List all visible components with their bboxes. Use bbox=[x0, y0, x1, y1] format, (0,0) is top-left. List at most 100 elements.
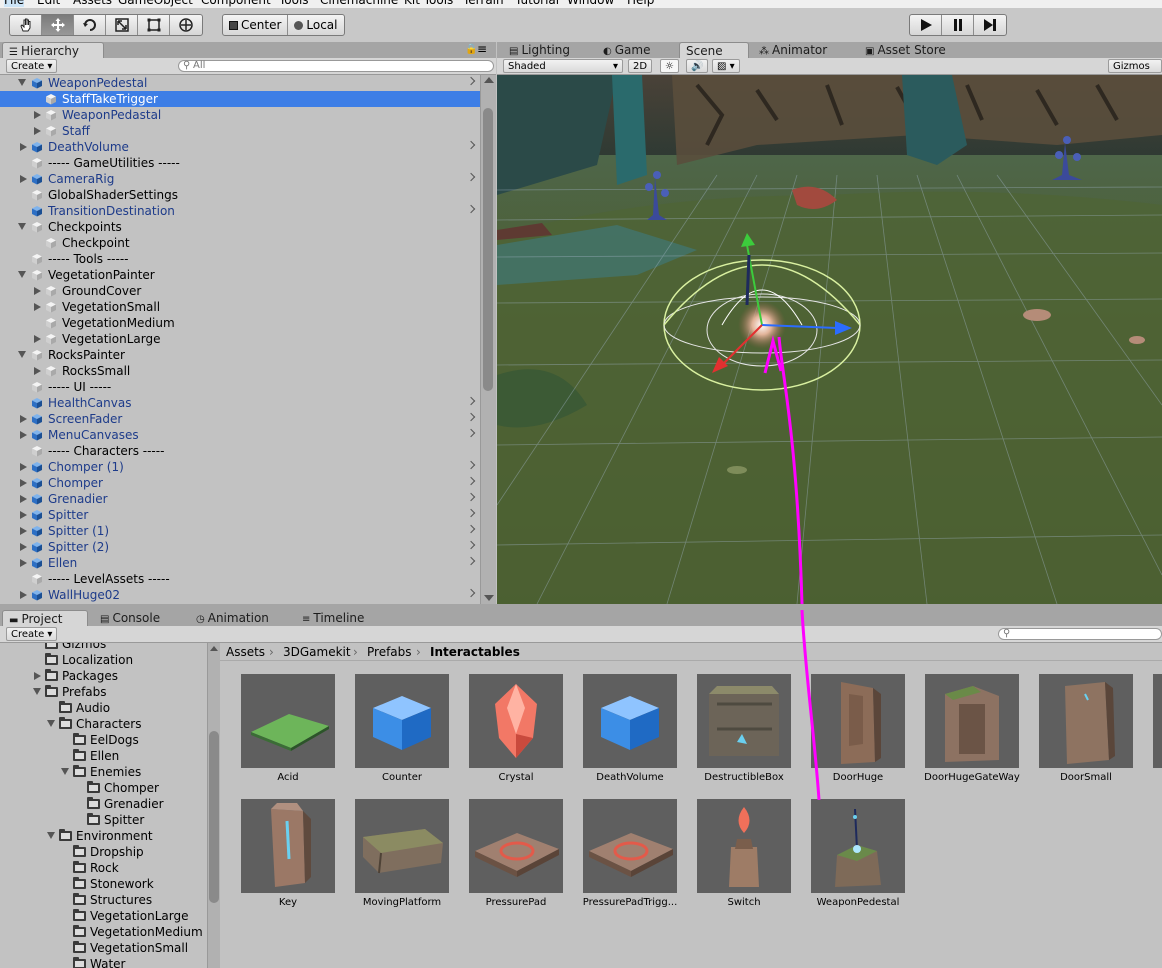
collapse-arrow-icon[interactable] bbox=[34, 672, 41, 680]
move-tool-button[interactable] bbox=[42, 15, 74, 35]
chevron-right-icon[interactable] bbox=[466, 428, 476, 438]
hierarchy-row[interactable]: Spitter bbox=[0, 507, 480, 523]
asset-tile[interactable]: Crystal bbox=[469, 674, 563, 784]
scene-viewport[interactable] bbox=[497, 75, 1162, 604]
tree-scroll-up-icon[interactable] bbox=[210, 646, 218, 651]
gizmos-dropdown[interactable]: Gizmos ▾ bbox=[1108, 59, 1162, 86]
expand-arrow-icon[interactable] bbox=[33, 688, 41, 695]
folder-tree-item[interactable]: Packages bbox=[0, 668, 207, 684]
hierarchy-row[interactable]: Spitter (2) bbox=[0, 539, 480, 555]
step-button[interactable] bbox=[974, 15, 1006, 35]
collapse-arrow-icon[interactable] bbox=[20, 463, 27, 471]
folder-tree-item[interactable]: Structures bbox=[0, 892, 207, 908]
folder-tree-item[interactable]: Rock bbox=[0, 860, 207, 876]
expand-arrow-icon[interactable] bbox=[47, 832, 55, 839]
scroll-up-icon[interactable] bbox=[484, 77, 494, 83]
hierarchy-row[interactable]: RocksSmall bbox=[0, 363, 480, 379]
hierarchy-row[interactable]: GroundCover bbox=[0, 283, 480, 299]
folder-tree-item[interactable]: Prefabs bbox=[0, 684, 207, 700]
expand-arrow-icon[interactable] bbox=[18, 79, 26, 86]
expand-arrow-icon[interactable] bbox=[61, 768, 69, 775]
folder-tree-item[interactable]: Environment bbox=[0, 828, 207, 844]
asset-tile-partial[interactable] bbox=[1153, 674, 1162, 768]
hand-tool-button[interactable] bbox=[10, 15, 42, 35]
hierarchy-row[interactable]: WeaponPedestal bbox=[0, 75, 480, 91]
asset-tile[interactable]: Acid bbox=[241, 674, 335, 784]
folder-tree-item[interactable]: Chomper bbox=[0, 780, 207, 796]
asset-tile[interactable]: MovingPlatform bbox=[355, 799, 449, 909]
asset-tile[interactable]: DestructibleBox bbox=[697, 674, 791, 784]
folder-tree-item[interactable]: Audio bbox=[0, 700, 207, 716]
hierarchy-row[interactable]: TransitionDestination bbox=[0, 203, 480, 219]
folder-tree-item[interactable]: Enemies bbox=[0, 764, 207, 780]
folder-tree-item[interactable]: Stonework bbox=[0, 876, 207, 892]
folder-tree-item[interactable]: Gizmos bbox=[0, 643, 207, 652]
chevron-right-icon[interactable] bbox=[466, 76, 476, 86]
chevron-right-icon[interactable] bbox=[466, 492, 476, 502]
expand-arrow-icon[interactable] bbox=[18, 271, 26, 278]
collapse-arrow-icon[interactable] bbox=[34, 303, 41, 311]
hierarchy-row[interactable]: VegetationPainter bbox=[0, 267, 480, 283]
collapse-arrow-icon[interactable] bbox=[20, 495, 27, 503]
transform-tool-button[interactable] bbox=[170, 15, 202, 35]
project-tree-scroll-thumb[interactable] bbox=[209, 731, 219, 903]
chevron-right-icon[interactable] bbox=[466, 460, 476, 470]
hierarchy-row[interactable]: Checkpoints bbox=[0, 219, 480, 235]
project-create-button[interactable]: Create ▾ bbox=[6, 627, 58, 641]
collapse-arrow-icon[interactable] bbox=[20, 591, 27, 599]
menu-gameobject[interactable]: GameObject bbox=[118, 0, 193, 7]
chevron-right-icon[interactable] bbox=[466, 524, 476, 534]
folder-tree-item[interactable]: VegetationSmall bbox=[0, 940, 207, 956]
tab-console[interactable]: ▤ Console bbox=[94, 610, 166, 626]
collapse-arrow-icon[interactable] bbox=[20, 415, 27, 423]
hierarchy-row[interactable]: Staff bbox=[0, 123, 480, 139]
hierarchy-row[interactable]: Grenadier bbox=[0, 491, 480, 507]
chevron-right-icon[interactable] bbox=[466, 540, 476, 550]
draw-mode-dropdown[interactable]: Shaded ▾ bbox=[503, 59, 623, 73]
hierarchy-row[interactable]: CameraRig bbox=[0, 171, 480, 187]
tab-animation[interactable]: ◷ Animation bbox=[190, 610, 275, 626]
hierarchy-row[interactable]: ----- LevelAssets ----- bbox=[0, 571, 480, 587]
asset-tile[interactable]: Switch bbox=[697, 799, 791, 909]
lighting-toggle[interactable]: ☼ bbox=[660, 59, 679, 73]
expand-arrow-icon[interactable] bbox=[18, 223, 26, 230]
menu-kit-tools[interactable]: Kit Tools bbox=[404, 0, 453, 7]
hierarchy-row[interactable]: WallHuge02 bbox=[0, 587, 480, 603]
pivot-center-button[interactable]: Center bbox=[223, 15, 289, 35]
menu-help[interactable]: Help bbox=[627, 0, 654, 7]
asset-tile[interactable]: DoorHugeGateWay bbox=[924, 674, 1020, 784]
chevron-right-icon[interactable] bbox=[466, 172, 476, 182]
hierarchy-row[interactable]: RocksPainter bbox=[0, 347, 480, 363]
hierarchy-row[interactable]: WeaponPedastal bbox=[0, 107, 480, 123]
hierarchy-row[interactable]: Chomper (1) bbox=[0, 459, 480, 475]
collapse-arrow-icon[interactable] bbox=[20, 175, 27, 183]
rect-tool-button[interactable] bbox=[138, 15, 170, 35]
chevron-right-icon[interactable] bbox=[466, 588, 476, 598]
expand-arrow-icon[interactable] bbox=[18, 351, 26, 358]
hierarchy-row[interactable]: HealthCanvas bbox=[0, 395, 480, 411]
tab-asset-store[interactable]: ▣ Asset Store bbox=[859, 42, 952, 58]
collapse-arrow-icon[interactable] bbox=[34, 335, 41, 343]
collapse-arrow-icon[interactable] bbox=[20, 511, 27, 519]
menu-assets[interactable]: Assets bbox=[73, 0, 112, 7]
collapse-arrow-icon[interactable] bbox=[34, 367, 41, 375]
2d-toggle[interactable]: 2D bbox=[628, 59, 653, 73]
hierarchy-row[interactable]: GlobalShaderSettings bbox=[0, 187, 480, 203]
hierarchy-row[interactable]: VegetationLarge bbox=[0, 331, 480, 347]
project-search-input[interactable]: ⚲ bbox=[998, 628, 1162, 640]
hierarchy-row[interactable]: Checkpoint bbox=[0, 235, 480, 251]
asset-tile[interactable]: DoorSmall bbox=[1039, 674, 1133, 784]
hierarchy-row[interactable]: ----- Tools ----- bbox=[0, 251, 480, 267]
folder-tree-item[interactable]: Characters bbox=[0, 716, 207, 732]
asset-tile[interactable]: PressurePad bbox=[469, 799, 563, 909]
folder-tree-item[interactable]: Dropship bbox=[0, 844, 207, 860]
hierarchy-row[interactable]: ----- Characters ----- bbox=[0, 443, 480, 459]
chevron-right-icon[interactable] bbox=[466, 204, 476, 214]
collapse-arrow-icon[interactable] bbox=[20, 431, 27, 439]
collapse-arrow-icon[interactable] bbox=[20, 479, 27, 487]
folder-tree-item[interactable]: Ellen bbox=[0, 748, 207, 764]
chevron-right-icon[interactable] bbox=[466, 412, 476, 422]
hierarchy-row[interactable]: DeathVolume bbox=[0, 139, 480, 155]
hierarchy-scrollbar[interactable] bbox=[480, 75, 496, 604]
hierarchy-row[interactable]: VegetationMedium bbox=[0, 315, 480, 331]
